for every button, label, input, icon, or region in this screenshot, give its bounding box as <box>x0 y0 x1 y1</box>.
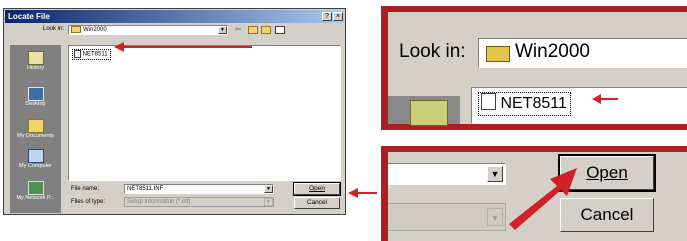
zoom-file-list: NET8511 <box>471 87 687 124</box>
zoom-file-item[interactable]: NET8511 <box>478 92 571 116</box>
zoom-file-item-label: NET8511 <box>500 95 567 112</box>
arrow-to-file-item <box>114 42 252 52</box>
zoom-setup-file-icon <box>481 93 496 111</box>
zoom-file-name-input[interactable]: ▼ <box>388 163 506 185</box>
zoom-panel-look-in-content: Look in: Win2000 NET8511 <box>388 12 687 126</box>
zoom-folder-icon <box>486 46 510 62</box>
arrow-to-open-button <box>348 188 377 198</box>
zoom-history-icon <box>410 100 448 126</box>
zoom-places-fragment <box>388 96 460 126</box>
zoom-big-arrow <box>509 168 577 230</box>
zoom-files-of-type-dropdown[interactable]: ▼ <box>388 203 506 231</box>
zoom-look-in-dropdown[interactable]: Win2000 <box>478 38 687 68</box>
zoom-arrow <box>592 94 618 104</box>
zoom-look-in-label: Look in: <box>399 41 466 62</box>
zoom-look-in-value: Win2000 <box>515 41 590 62</box>
